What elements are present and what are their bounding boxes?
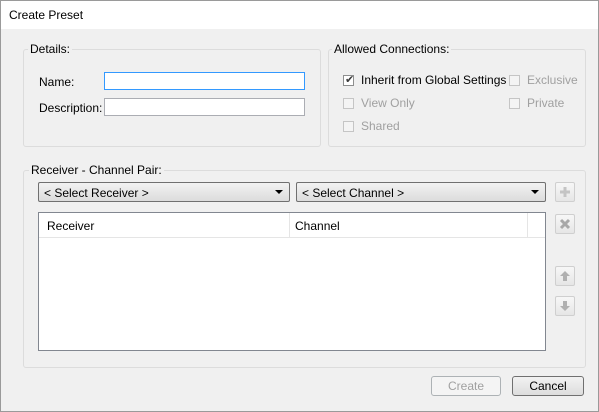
select-channel-text: < Select Channel > — [302, 186, 405, 200]
move-up-button[interactable] — [555, 266, 575, 286]
cancel-button[interactable]: Cancel — [512, 376, 584, 396]
chevron-down-icon — [275, 190, 283, 194]
add-pair-button[interactable] — [555, 182, 575, 202]
checkbox-box — [509, 74, 520, 86]
move-down-button[interactable] — [555, 296, 575, 316]
column-divider[interactable] — [289, 213, 290, 237]
create-preset-dialog: Create Preset Details: Name: Description… — [0, 0, 599, 412]
private-label: Private — [527, 96, 565, 110]
description-field[interactable] — [104, 98, 305, 116]
shared-checkbox[interactable]: Shared — [343, 118, 400, 134]
checkmark-icon: ✔ — [345, 72, 355, 86]
create-button[interactable]: Create — [431, 376, 501, 396]
receiver-channel-list[interactable]: Receiver Channel — [38, 212, 546, 351]
move-down-icon — [560, 301, 570, 311]
exclusive-label: Exclusive — [527, 73, 578, 87]
checkbox-box — [509, 97, 520, 109]
name-label: Name: — [39, 75, 75, 89]
details-group-label: Details: — [28, 42, 73, 56]
chevron-down-icon — [531, 190, 539, 194]
remove-pair-button[interactable] — [555, 214, 575, 234]
dialog-title: Create Preset — [9, 8, 84, 22]
view-only-checkbox[interactable]: View Only — [343, 95, 415, 111]
list-header: Receiver Channel — [39, 213, 545, 238]
shared-label: Shared — [361, 119, 400, 133]
select-channel-dropdown[interactable]: < Select Channel > — [296, 182, 546, 202]
private-checkbox[interactable]: Private — [509, 95, 564, 111]
column-header-receiver[interactable]: Receiver — [47, 219, 94, 233]
checkbox-box — [343, 97, 354, 109]
inherit-global-checkbox[interactable]: ✔ Inherit from Global Settings — [343, 72, 506, 88]
title-bar[interactable]: Create Preset — [1, 1, 598, 29]
allowed-connections-label: Allowed Connections: — [332, 42, 452, 56]
name-field[interactable] — [104, 72, 305, 90]
receiver-channel-pair-label: Receiver - Channel Pair: — [29, 163, 164, 177]
description-label: Description: — [39, 101, 103, 115]
add-icon — [560, 187, 570, 197]
inherit-global-label: Inherit from Global Settings — [361, 73, 507, 87]
checkbox-box — [343, 120, 354, 132]
select-receiver-text: < Select Receiver > — [44, 186, 149, 200]
move-up-icon — [560, 271, 570, 281]
view-only-label: View Only — [361, 96, 415, 110]
exclusive-checkbox[interactable]: Exclusive — [509, 72, 578, 88]
checkbox-box: ✔ — [343, 72, 355, 86]
remove-icon — [559, 218, 571, 230]
column-divider[interactable] — [527, 213, 528, 237]
column-header-channel[interactable]: Channel — [295, 219, 340, 233]
select-receiver-dropdown[interactable]: < Select Receiver > — [38, 182, 290, 202]
